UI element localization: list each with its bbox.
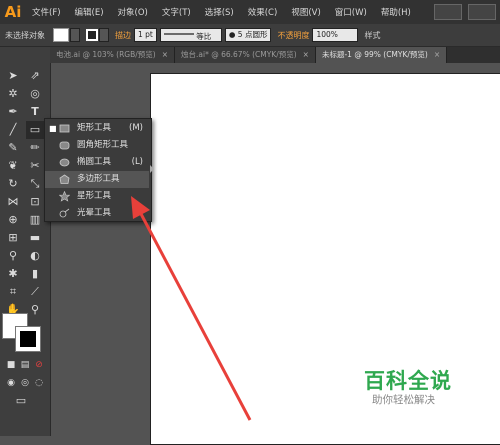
watermark-subtitle: 助你轻松解决: [372, 394, 435, 406]
watermark-title: 百科全说: [364, 369, 452, 393]
